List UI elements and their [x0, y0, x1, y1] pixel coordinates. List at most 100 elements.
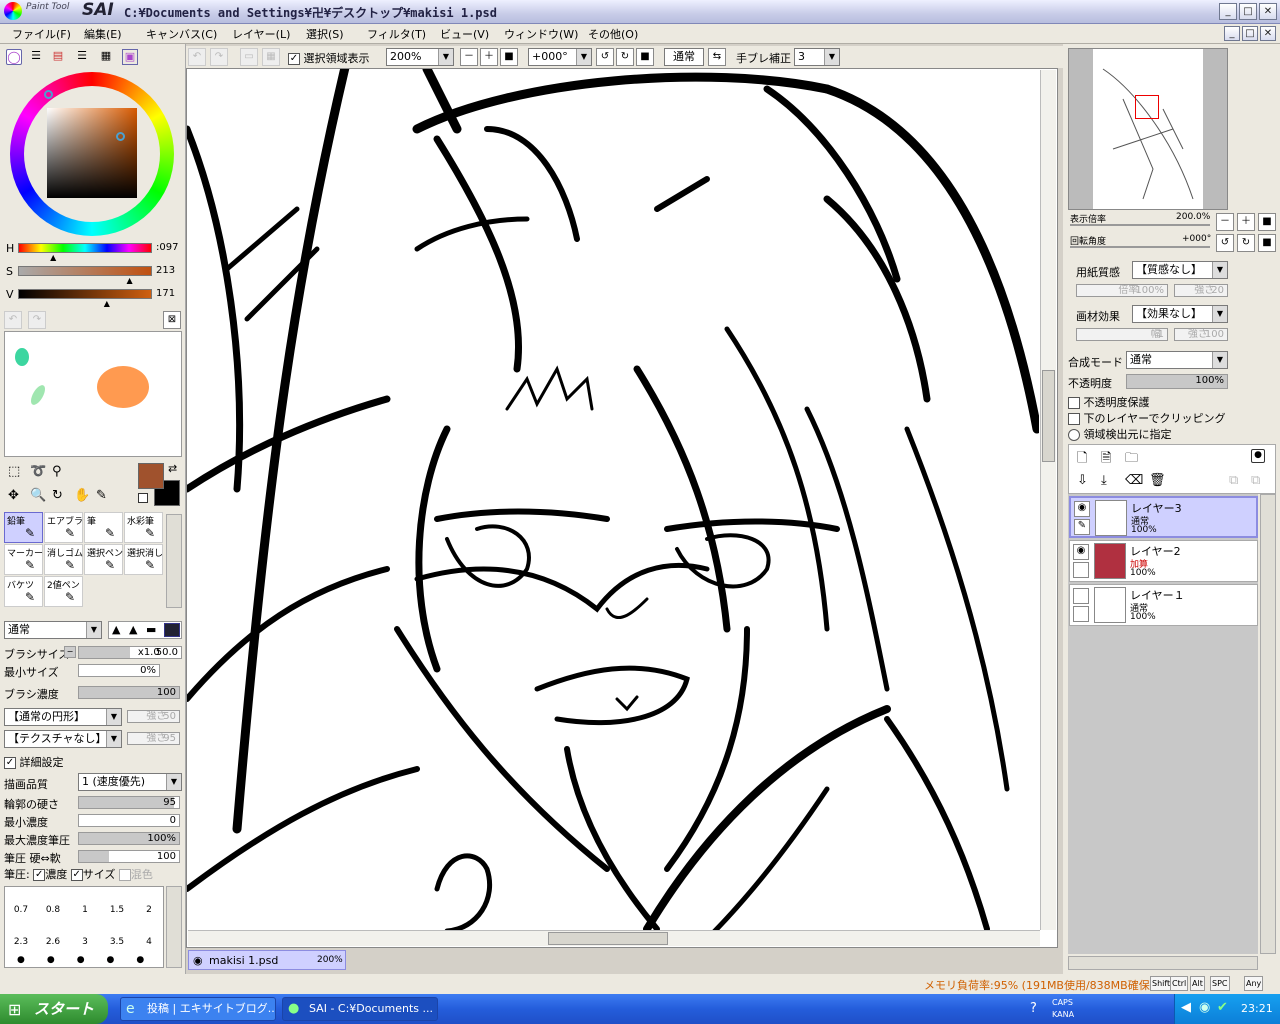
protect-opacity-checkbox[interactable] [1068, 397, 1080, 409]
primary-color-swatch[interactable] [138, 463, 164, 489]
size-preset[interactable]: 3 [69, 937, 101, 947]
size-preset[interactable]: 4 [133, 937, 165, 947]
nav-rotate-reset-button[interactable]: ■ [1258, 234, 1276, 252]
nav-rotate-slider[interactable] [1070, 246, 1210, 248]
vertical-scroll-thumb[interactable] [1042, 370, 1055, 462]
size-mult-toggle[interactable]: − [64, 646, 76, 658]
layer-list-hscrollbar[interactable] [1068, 956, 1258, 970]
detail-settings-toggle[interactable]: ✓ 詳細設定 [4, 754, 64, 770]
hsv-slider-mode-icon[interactable]: ▤ [50, 49, 66, 65]
brush-mode-select[interactable]: 通常 ▼ [4, 621, 102, 639]
clipping-checkbox[interactable] [1068, 413, 1080, 425]
paper-texture-select[interactable]: 【質感なし】 ▼ [1132, 261, 1228, 279]
tool-9[interactable]: 2値ペン ✎ [44, 576, 83, 607]
new-vector-layer-icon[interactable]: 🗎 [1101, 449, 1111, 471]
selection-source-toggle[interactable]: 領域検出元に指定 [1068, 426, 1172, 442]
hand-icon[interactable]: ✋ [74, 488, 90, 503]
tool-grid-scrollbar[interactable] [166, 514, 182, 608]
color-wheel[interactable] [10, 72, 174, 236]
paint-lock-icon[interactable] [1073, 606, 1089, 622]
tool-5[interactable]: 消しゴム ✎ [44, 544, 83, 575]
texture-strength-slider[interactable]: 強さ95 [127, 732, 180, 745]
tool-7[interactable]: 選択消し ✎ [124, 544, 163, 575]
tool-4[interactable]: マーカー ✎ [4, 544, 43, 575]
swap-colors-icon[interactable]: ⇄ [168, 462, 177, 475]
zoom-icon[interactable]: 🔍 [30, 488, 46, 503]
rotate-icon[interactable]: ↻ [52, 488, 63, 503]
doc-restore-button[interactable]: □ [1242, 26, 1258, 41]
hue-slider[interactable] [18, 243, 152, 253]
opacity-slider[interactable]: 100% [1126, 374, 1228, 389]
view-blend-button[interactable]: 通常 [664, 48, 704, 66]
scratchpad[interactable] [4, 331, 182, 457]
zoom-select[interactable]: 200% ▼ [386, 48, 454, 66]
rotation-select[interactable]: +000° ▼ [528, 48, 592, 66]
detail-settings-checkbox[interactable]: ✓ [4, 757, 16, 769]
nav-rotate-cw-button[interactable]: ↻ [1237, 234, 1255, 252]
visibility-eye-icon[interactable]: ◉ [1073, 544, 1089, 560]
value-slider[interactable] [18, 289, 152, 299]
pressure-size-checkbox[interactable]: ✓ [70, 869, 83, 881]
maximize-button[interactable]: □ [1239, 3, 1257, 20]
size-preset[interactable]: 1 [69, 905, 101, 915]
transparent-color-icon[interactable] [138, 493, 148, 503]
protect-opacity-toggle[interactable]: 不透明度保護 [1068, 394, 1150, 410]
hue-cursor[interactable] [44, 90, 53, 99]
menu-view[interactable]: ビュー(V) [440, 26, 489, 42]
brush-shape-flat-icon[interactable]: ▬ [146, 623, 156, 636]
pressure-hardness-slider[interactable]: 100 [78, 850, 180, 863]
visibility-eye-icon[interactable] [1073, 588, 1089, 604]
show-selection-toggle[interactable]: ✓ 選択領域表示 [288, 50, 370, 66]
scratch-redo-button[interactable]: ↷ [28, 311, 46, 329]
swatch-mode-icon[interactable]: ▦ [98, 49, 114, 65]
clear-layer-icon[interactable]: ⌫ [1125, 473, 1143, 488]
min-density-slider[interactable]: 0 [78, 814, 180, 827]
delete-layer-icon[interactable]: 🗑 [1149, 473, 1166, 488]
value-slider-thumb[interactable]: ▲ [104, 299, 110, 308]
delete-mask-icon[interactable]: ⧉ [1251, 473, 1260, 488]
effect-strength-slider[interactable]: 強さ100 [1174, 328, 1228, 341]
rotate-reset-button[interactable]: ■ [636, 48, 654, 66]
brush-size-slider[interactable]: x1.050.0 [78, 646, 182, 659]
size-preset[interactable]: 2.6 [37, 937, 69, 947]
quality-select[interactable]: 1 (速度優先) ▼ [78, 773, 182, 791]
nav-rotate-ccw-button[interactable]: ↺ [1216, 234, 1234, 252]
undo-button[interactable]: ↶ [188, 48, 206, 66]
min-size-slider[interactable]: 0% [78, 664, 160, 677]
transfer-down-icon[interactable]: ⇩ [1077, 473, 1088, 488]
navigator-viewport[interactable] [1135, 95, 1159, 119]
tool-6[interactable]: 選択ペン ✎ [84, 544, 123, 575]
canvas[interactable] [186, 68, 1058, 948]
menu-file[interactable]: ファイル(F) [12, 26, 71, 42]
tool-8[interactable]: バケツ ✎ [4, 576, 43, 607]
size-preset[interactable]: 0.7 [5, 905, 37, 915]
document-tab[interactable]: ◉ makisi 1.psd 200% [188, 950, 346, 970]
zoom-out-button[interactable]: － [460, 48, 478, 66]
brush-shape-sharp-icon[interactable]: ▲ [112, 623, 120, 636]
visibility-eye-icon[interactable]: ◉ [1074, 501, 1090, 517]
doc-minimize-button[interactable]: _ [1224, 26, 1240, 41]
size-preset[interactable]: 2 [133, 905, 165, 915]
menu-select[interactable]: 選択(S) [306, 26, 344, 42]
size-preset[interactable]: 1.5 [101, 905, 133, 915]
pressure-density-checkbox[interactable]: ✓ [33, 869, 46, 881]
texture-select[interactable]: 【テクスチャなし】 ▼ [4, 730, 122, 748]
layer-row[interactable]: ◉ レイヤー2 加算 100% [1069, 540, 1258, 582]
rgb-slider-mode-icon[interactable]: ☰ [28, 49, 44, 65]
doc-close-button[interactable]: ✕ [1260, 26, 1276, 41]
canvas-horizontal-scrollbar[interactable] [188, 930, 1040, 946]
flip-horizontal-button[interactable]: ⇆ [708, 48, 726, 66]
edge-hardness-slider[interactable]: 95 [78, 796, 180, 809]
menu-other[interactable]: その他(O) [588, 26, 638, 42]
sv-cursor[interactable] [116, 132, 125, 141]
zoom-in-button[interactable]: ＋ [480, 48, 498, 66]
hue-slider-thumb[interactable]: ▲ [50, 253, 56, 262]
tool-1[interactable]: エアブラシ ✎ [44, 512, 92, 543]
mask-icon[interactable]: ● [1251, 449, 1265, 463]
size-preset[interactable]: 3.5 [101, 937, 133, 947]
color-wheel-mode-icon[interactable]: ◯ [6, 49, 22, 65]
brush-shape-select[interactable]: 【通常の円形】 ▼ [4, 708, 122, 726]
saturation-slider-thumb[interactable]: ▲ [127, 276, 133, 285]
navigator-preview[interactable] [1068, 48, 1228, 210]
nav-zoom-in-button[interactable]: ＋ [1237, 213, 1255, 231]
